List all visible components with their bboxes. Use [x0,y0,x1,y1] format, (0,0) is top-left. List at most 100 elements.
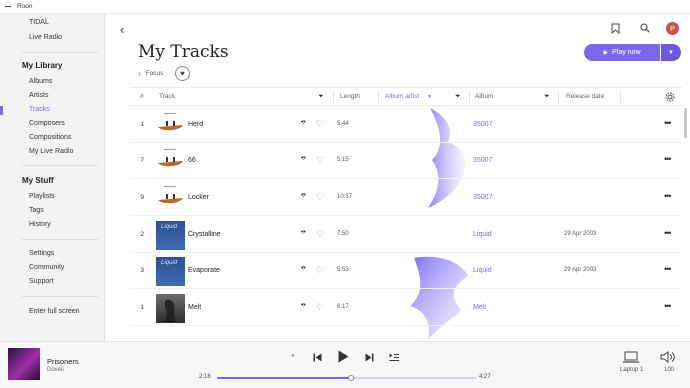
sidebar-item-compositions[interactable]: Compositions [29,134,71,141]
table-row[interactable]: 2 Liquid Crystalline •:• ♡ 7:50 Liquid 2… [130,217,682,253]
favorite-heart-icon[interactable]: ♡ [316,302,324,313]
sidebar-item-tidal[interactable]: TIDAL [29,19,49,26]
table-row[interactable]: 7 66 •:• ♡ 5:15 35007 ••• [130,143,682,179]
main-content: ‹ P My Tracks › Focus ♥ ▶ Play now ▼ # T… [106,14,690,341]
more-options-icon[interactable]: ••• [664,301,672,311]
focus-toggle[interactable]: › Focus [138,69,163,78]
sidebar-item-artists[interactable]: Artists [29,92,48,99]
column-divider [333,91,334,104]
sidebar-item-playlists[interactable]: Playlists [29,193,55,200]
table-row[interactable]: 1 Melt •:• ♡ 6:17 Melt ••• [130,290,682,326]
table-row[interactable]: 3 Liquid Evaporate •:• ♡ 5:53 Liquid 29 … [130,253,682,289]
chevron-down-icon: ▼ [668,49,674,56]
column-header-album[interactable]: Album [475,93,493,100]
album-art [156,147,185,176]
track-length: 5:44 [337,121,349,127]
zone-name[interactable]: Laptop 1 [620,367,643,373]
release-date: 29 Apr 2003 [564,267,597,273]
album-link[interactable]: 35007 [473,157,492,164]
sidebar-item-tags[interactable]: Tags [29,207,44,214]
track-title[interactable]: Herd [188,121,203,128]
sidebar-divider [22,239,98,240]
more-options-icon[interactable]: ••• [664,154,672,164]
sidebar-item-my-live-radio[interactable]: My Live Radio [29,148,73,155]
track-title[interactable]: Crystalline [188,231,221,238]
elapsed-time: 2:18 [199,374,211,380]
column-header-number[interactable]: # [140,93,144,100]
next-track-icon[interactable] [365,353,374,362]
album-link[interactable]: 35007 [473,121,492,128]
now-playing-title[interactable]: Prisoners [47,357,79,366]
track-credits-icon[interactable]: •:• [301,119,306,126]
sidebar-divider [22,296,98,297]
favorite-heart-icon[interactable]: ♡ [316,265,324,276]
play-now-button[interactable]: ▶ Play now [584,44,660,61]
column-header-length[interactable]: Length [340,93,360,100]
bookmark-icon[interactable] [611,23,620,34]
favorite-heart-icon[interactable]: ♡ [316,155,324,166]
track-title[interactable]: Locker [188,194,209,201]
track-credits-icon[interactable]: •:• [301,265,306,272]
more-options-icon[interactable]: ••• [664,264,672,274]
track-title[interactable]: Evaporate [188,267,220,274]
sidebar-item-composers[interactable]: Composers [29,120,65,127]
seek-bar[interactable] [217,375,476,381]
sidebar-item-support[interactable]: Support [29,278,54,285]
seek-bar-progress [217,377,351,379]
enter-fullscreen-link[interactable]: Enter full screen [29,308,80,315]
sidebar-heading-stuff: My Stuff [22,176,54,185]
search-icon[interactable] [640,23,650,33]
volume-icon[interactable] [660,351,676,363]
favorite-heart-icon[interactable]: ♡ [316,229,324,240]
play-options-dropdown[interactable]: ▼ [661,44,681,61]
now-playing-album-art[interactable] [8,348,40,380]
favorite-heart-icon[interactable]: ♡ [316,119,324,130]
album-art [156,111,185,140]
track-credits-icon[interactable]: •:• [301,302,306,309]
more-options-icon[interactable]: ••• [664,228,672,238]
track-length: 5:53 [337,267,349,273]
track-credits-icon[interactable]: •:• [301,155,306,162]
now-playing-artist[interactable]: Doves [47,367,64,373]
table-row[interactable]: 1 Herd •:• ♡ 5:44 35007 ••• [130,107,682,143]
more-options-icon[interactable]: ••• [664,191,672,201]
sidebar-item-live-radio[interactable]: Live Radio [29,34,62,41]
column-header-album-artist[interactable]: Album artist [385,93,419,100]
seek-bar-handle[interactable] [347,375,354,381]
sidebar-item-settings[interactable]: Settings [29,250,54,257]
filter-album-artist-icon[interactable]: ⏷ [455,93,461,101]
sidebar-item-community[interactable]: Community [29,264,64,271]
queue-icon[interactable] [389,353,399,362]
track-credits-icon[interactable]: •:• [301,229,306,236]
column-settings-gear-icon[interactable] [665,92,675,102]
column-header-release-date[interactable]: Release date [566,93,604,100]
play-icon[interactable] [338,350,349,363]
column-header-track[interactable]: Track [159,93,175,100]
track-title[interactable]: 66 [188,157,196,164]
favorite-filter-heart-icon[interactable]: ♥ [175,66,190,81]
track-title[interactable]: Melt [188,304,201,311]
album-link[interactable]: Liquid [473,231,492,238]
laptop-zone-icon[interactable] [622,351,640,364]
previous-track-icon[interactable] [313,353,322,362]
radio-dot-icon[interactable]: ● [291,353,295,359]
sidebar-item-history[interactable]: History [29,221,51,228]
sidebar-item-tracks[interactable]: Tracks [29,106,50,113]
total-time: 4:27 [479,374,491,380]
album-link[interactable]: 35007 [473,194,492,201]
page-title: My Tracks [138,42,229,62]
track-credits-icon[interactable]: •:• [301,192,306,199]
favorite-heart-icon[interactable]: ♡ [316,192,324,203]
filter-album-icon[interactable]: ⏷ [544,93,550,101]
album-link[interactable]: Liquid [473,267,492,274]
profile-avatar[interactable]: P [666,22,679,35]
album-link[interactable]: Melt [473,304,486,311]
back-arrow-icon[interactable]: ‹ [120,22,124,37]
scrollbar[interactable] [684,108,687,138]
sidebar-divider [22,165,98,166]
filter-track-icon[interactable]: ⏷ [318,93,324,101]
more-options-icon[interactable]: ••• [664,118,672,128]
sidebar-item-albums[interactable]: Albums [29,78,52,85]
play-now-label: Play now [612,49,641,56]
table-row[interactable]: 9 Locker •:• ♡ 10:37 35007 ••• [130,180,682,216]
